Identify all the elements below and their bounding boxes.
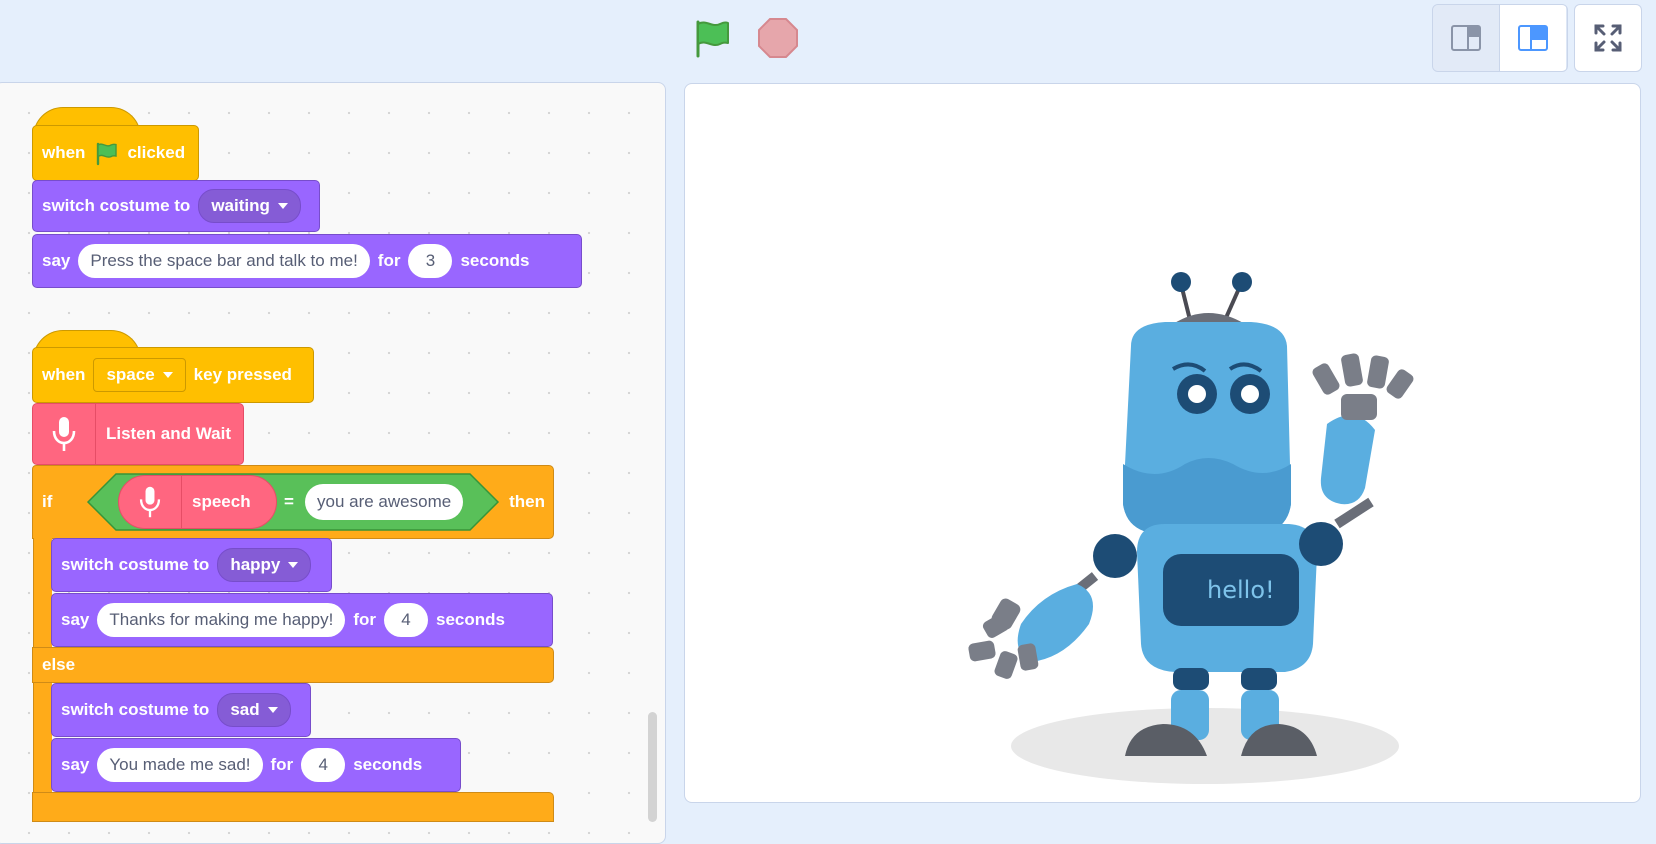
fullscreen-button[interactable] xyxy=(1574,4,1642,72)
say-text-input[interactable]: Press the space bar and talk to me! xyxy=(78,244,370,278)
fullscreen-icon xyxy=(1594,24,1622,52)
secs-input[interactable]: 3 xyxy=(408,244,453,278)
listen-and-wait-block[interactable]: Listen and Wait xyxy=(32,403,244,465)
microphone-icon xyxy=(33,404,96,464)
robot-sprite[interactable]: hello! xyxy=(685,84,1640,802)
costume-value: happy xyxy=(230,555,281,574)
then-label: then xyxy=(509,492,545,511)
say-text-input[interactable]: Thanks for making me happy! xyxy=(97,603,346,637)
key-pressed-label: key pressed xyxy=(193,365,292,384)
chevron-down-icon xyxy=(162,372,173,378)
green-flag-icon xyxy=(696,20,729,58)
else-section: else xyxy=(32,647,554,683)
code-area-scrollbar[interactable] xyxy=(648,712,657,822)
chevron-down-icon xyxy=(267,707,278,713)
seconds-label: seconds xyxy=(460,251,530,270)
small-stage-icon xyxy=(1451,25,1481,51)
hat-clicked-label: clicked xyxy=(127,143,186,162)
seconds-label: seconds xyxy=(436,610,505,629)
costume-dropdown[interactable]: happy xyxy=(217,548,312,582)
microphone-icon xyxy=(119,475,182,529)
say-label: say xyxy=(61,610,90,629)
switch-costume-block[interactable]: switch costume to sad xyxy=(51,683,311,737)
small-stage-button[interactable] xyxy=(1433,5,1499,71)
for-label: for xyxy=(377,251,401,270)
else-label: else xyxy=(42,655,76,674)
say-text-input[interactable]: You made me sad! xyxy=(97,748,263,782)
hat-when-label: when xyxy=(42,365,86,384)
speech-label: speech xyxy=(192,492,251,511)
costume-dropdown[interactable]: sad xyxy=(217,693,291,727)
if-else-bottom xyxy=(32,792,554,822)
compare-value-input[interactable]: you are awesome xyxy=(305,484,464,520)
when-flag-clicked-block[interactable]: when clicked xyxy=(32,125,199,181)
for-label: for xyxy=(353,610,376,629)
say-for-secs-block[interactable]: say You made me sad! for 4 seconds xyxy=(51,738,461,792)
stage[interactable]: hello! xyxy=(684,83,1641,803)
for-label: for xyxy=(270,755,294,774)
say-label: say xyxy=(61,755,90,774)
costume-dropdown[interactable]: waiting xyxy=(198,189,301,223)
stop-icon xyxy=(758,18,798,58)
block-label: switch costume to xyxy=(42,196,191,215)
secs-input[interactable]: 4 xyxy=(384,603,428,637)
switch-costume-block[interactable]: switch costume to waiting xyxy=(32,180,320,232)
large-stage-button[interactable] xyxy=(1499,5,1566,71)
costume-value: sad xyxy=(230,700,260,719)
block-label: switch costume to xyxy=(61,555,210,574)
when-key-pressed-block[interactable]: when space key pressed xyxy=(32,347,314,403)
hat-when-label: when xyxy=(42,143,86,162)
green-flag-icon xyxy=(97,142,118,166)
seconds-label: seconds xyxy=(353,755,423,774)
key-value: space xyxy=(106,365,155,384)
green-flag-button[interactable] xyxy=(690,16,734,60)
large-stage-icon xyxy=(1518,25,1548,51)
switch-costume-block[interactable]: switch costume to happy xyxy=(51,538,332,592)
robot-screen-text: hello! xyxy=(1207,576,1275,604)
say-label: say xyxy=(42,251,71,270)
equals-sign: = xyxy=(284,492,294,511)
listen-label: Listen and Wait xyxy=(106,424,231,443)
stage-size-toggle xyxy=(1432,4,1568,72)
speech-reporter[interactable]: speech xyxy=(118,475,277,529)
block-label: switch costume to xyxy=(61,700,210,719)
costume-value: waiting xyxy=(211,196,270,215)
stop-button[interactable] xyxy=(756,16,800,60)
key-dropdown[interactable]: space xyxy=(93,358,186,392)
chevron-down-icon xyxy=(277,203,288,209)
say-for-secs-block[interactable]: say Press the space bar and talk to me! … xyxy=(32,234,582,288)
chevron-down-icon xyxy=(288,562,299,568)
secs-input[interactable]: 4 xyxy=(301,748,346,782)
say-for-secs-block[interactable]: say Thanks for making me happy! for 4 se… xyxy=(51,593,553,647)
if-label: if xyxy=(42,492,53,511)
